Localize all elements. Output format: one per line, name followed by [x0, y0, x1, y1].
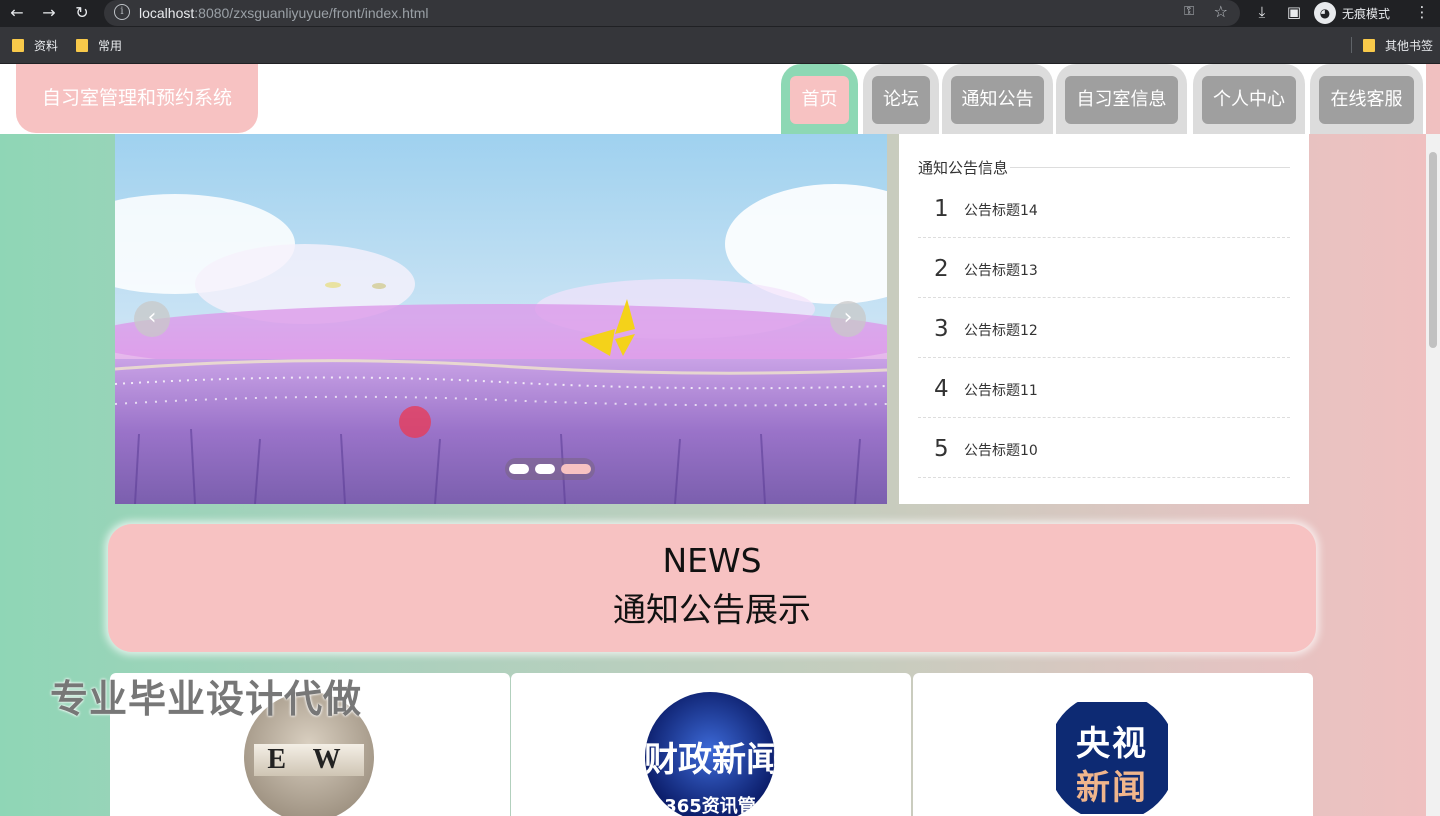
watermark-text: 专业毕业设计代做 [50, 677, 363, 721]
carousel-prev-button[interactable]: ‹ [134, 301, 170, 337]
notice-item-number: 5 [934, 436, 949, 462]
folder-icon [1363, 39, 1375, 52]
carousel-dot-3[interactable] [561, 464, 591, 474]
notice-title: 通知公告信息 [918, 157, 1011, 178]
news-card-thumbnail[interactable]: 央视 新闻 [1047, 692, 1177, 816]
news-heading-en: NEWS [662, 541, 762, 580]
notice-item[interactable]: 1 公告标题14 [918, 178, 1290, 238]
notice-item[interactable]: 5 公告标题10 [918, 418, 1290, 478]
browser-toolbar: ← → ↻ i localhost:8080/zxsguanliyuyue/fr… [0, 0, 1440, 27]
notice-item-number: 3 [934, 316, 949, 342]
nav-studyroom-label: 自习室信息 [1065, 76, 1178, 124]
notice-panel: 通知公告信息 1 公告标题14 2 公告标题13 3 公告标题12 4 公告标题11 5… [899, 134, 1309, 504]
news-card[interactable]: 央视 新闻 [913, 673, 1313, 816]
page-viewport: 自习室管理和预约系统 首页 论坛 通知公告 自习室信息 个人中心 在线客服 ‹ … [0, 64, 1440, 816]
menu-kebab-icon[interactable]: ⋮ [1412, 3, 1432, 21]
carousel-image [115, 134, 887, 504]
page-scrollbar[interactable] [1426, 134, 1440, 816]
notice-item-title[interactable]: 公告标题14 [964, 200, 1038, 220]
bookmark-changyong[interactable]: 常用 [76, 37, 122, 54]
news-card-thumbnail[interactable]: 财政新闻 365资讯管 [645, 692, 775, 816]
nav-home-label: 首页 [790, 76, 849, 124]
nav-service[interactable]: 在线客服 [1310, 64, 1423, 134]
folder-icon [76, 39, 88, 52]
carousel-next-button[interactable]: › [830, 301, 866, 337]
thumbnail-text: 央视 [1076, 724, 1148, 764]
thumbnail-text: 新闻 [1076, 768, 1148, 808]
forward-arrow-icon[interactable]: → [38, 2, 60, 24]
key-icon[interactable]: ⚿ [1184, 4, 1194, 19]
thumbnail-text: 财政新闻 [645, 740, 775, 780]
notice-item-title[interactable]: 公告标题10 [964, 440, 1038, 460]
carousel-dot-1[interactable] [509, 464, 529, 474]
nav-forum-label: 论坛 [872, 76, 930, 124]
notice-item-number: 2 [934, 256, 949, 282]
notice-item-title[interactable]: 公告标题11 [964, 380, 1038, 400]
site-header: 自习室管理和预约系统 首页 论坛 通知公告 自习室信息 个人中心 在线客服 [0, 64, 1426, 134]
nav-studyroom[interactable]: 自习室信息 [1056, 64, 1187, 134]
site-logo[interactable]: 自习室管理和预约系统 [16, 64, 258, 133]
nav-notice[interactable]: 通知公告 [942, 64, 1053, 134]
url-text[interactable]: localhost:8080/zxsguanliyuyue/front/inde… [139, 5, 429, 21]
nav-service-label: 在线客服 [1319, 76, 1414, 124]
thumbnail-text: E W [254, 744, 364, 776]
carousel-dot-2[interactable] [535, 464, 555, 474]
bookmark-separator [1351, 37, 1352, 53]
site-info-icon[interactable]: i [114, 4, 130, 20]
news-heading-zh: 通知公告展示 [613, 590, 811, 629]
bookmark-ziliao[interactable]: 资料 [12, 37, 58, 54]
notice-item[interactable]: 2 公告标题13 [918, 238, 1290, 298]
notice-item[interactable]: 4 公告标题11 [918, 358, 1290, 418]
banner-carousel[interactable]: ‹ › [115, 134, 887, 504]
notice-item-number: 1 [934, 196, 949, 222]
news-section-banner: NEWS 通知公告展示 [108, 524, 1316, 652]
nav-personal[interactable]: 个人中心 [1193, 64, 1305, 134]
bookmarks-bar: 资料 常用 其他书签 [0, 27, 1440, 64]
address-bar[interactable]: i localhost:8080/zxsguanliyuyue/front/in… [104, 0, 1240, 26]
bookmark-star-icon[interactable]: ☆ [1214, 2, 1228, 21]
incognito-label: 无痕模式 [1342, 6, 1391, 21]
notice-item[interactable]: 3 公告标题12 [918, 298, 1290, 358]
incognito-indicator[interactable]: ◕ 无痕模式 [1314, 2, 1390, 24]
sidepanel-icon[interactable]: ▣ [1284, 3, 1304, 21]
nav-forum[interactable]: 论坛 [863, 64, 939, 134]
download-icon[interactable]: ⤓ [1252, 3, 1272, 21]
back-arrow-icon[interactable]: ← [6, 2, 28, 24]
incognito-icon: ◕ [1314, 2, 1336, 24]
notice-item-number: 4 [934, 376, 949, 402]
notice-item-title[interactable]: 公告标题13 [964, 260, 1038, 280]
notice-item-title[interactable]: 公告标题12 [964, 320, 1038, 340]
folder-icon [12, 39, 24, 52]
nav-home[interactable]: 首页 [781, 64, 858, 134]
carousel-indicators [505, 458, 595, 480]
reload-icon[interactable]: ↻ [71, 2, 93, 24]
bookmark-other[interactable]: 其他书签 [1363, 37, 1433, 54]
thumbnail-subtext: 365资讯管 [664, 796, 756, 816]
mouse-cursor-highlight [399, 406, 431, 438]
cctv-logo: 央视 新闻 [1056, 702, 1168, 814]
nav-personal-label: 个人中心 [1202, 76, 1296, 124]
scrollbar-thumb[interactable] [1429, 152, 1437, 348]
news-card[interactable]: 财政新闻 365资讯管 [511, 673, 911, 816]
nav-notice-label: 通知公告 [951, 76, 1044, 124]
